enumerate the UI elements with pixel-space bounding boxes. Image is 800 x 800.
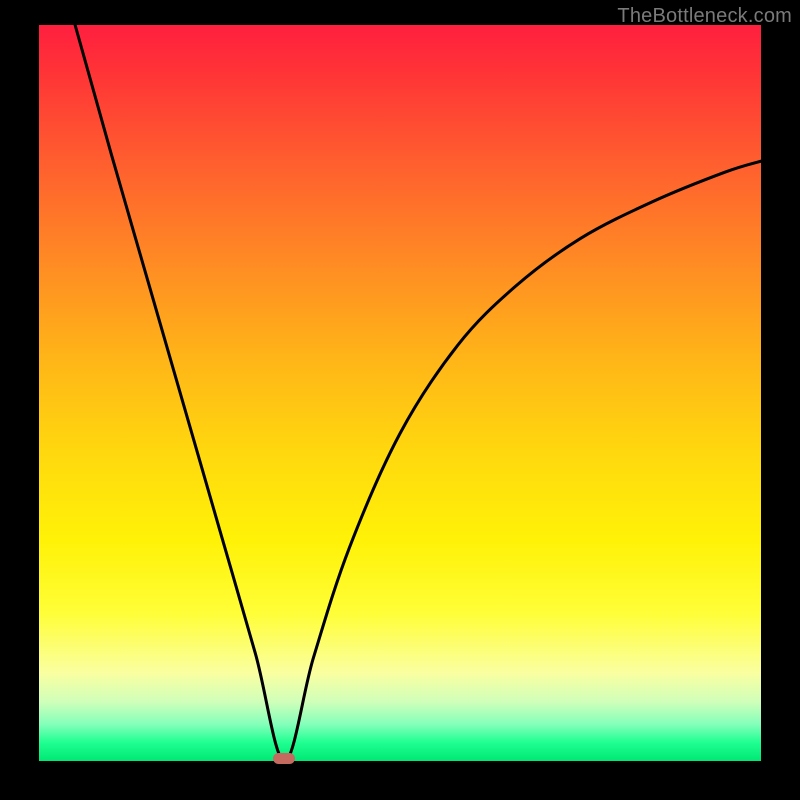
curve-minimum-marker <box>273 753 295 764</box>
chart-plot-area <box>39 25 761 761</box>
curve-line <box>39 25 761 761</box>
watermark-text: TheBottleneck.com <box>617 5 792 28</box>
chart-frame: TheBottleneck.com <box>0 0 800 800</box>
bottleneck-curve <box>39 25 761 761</box>
